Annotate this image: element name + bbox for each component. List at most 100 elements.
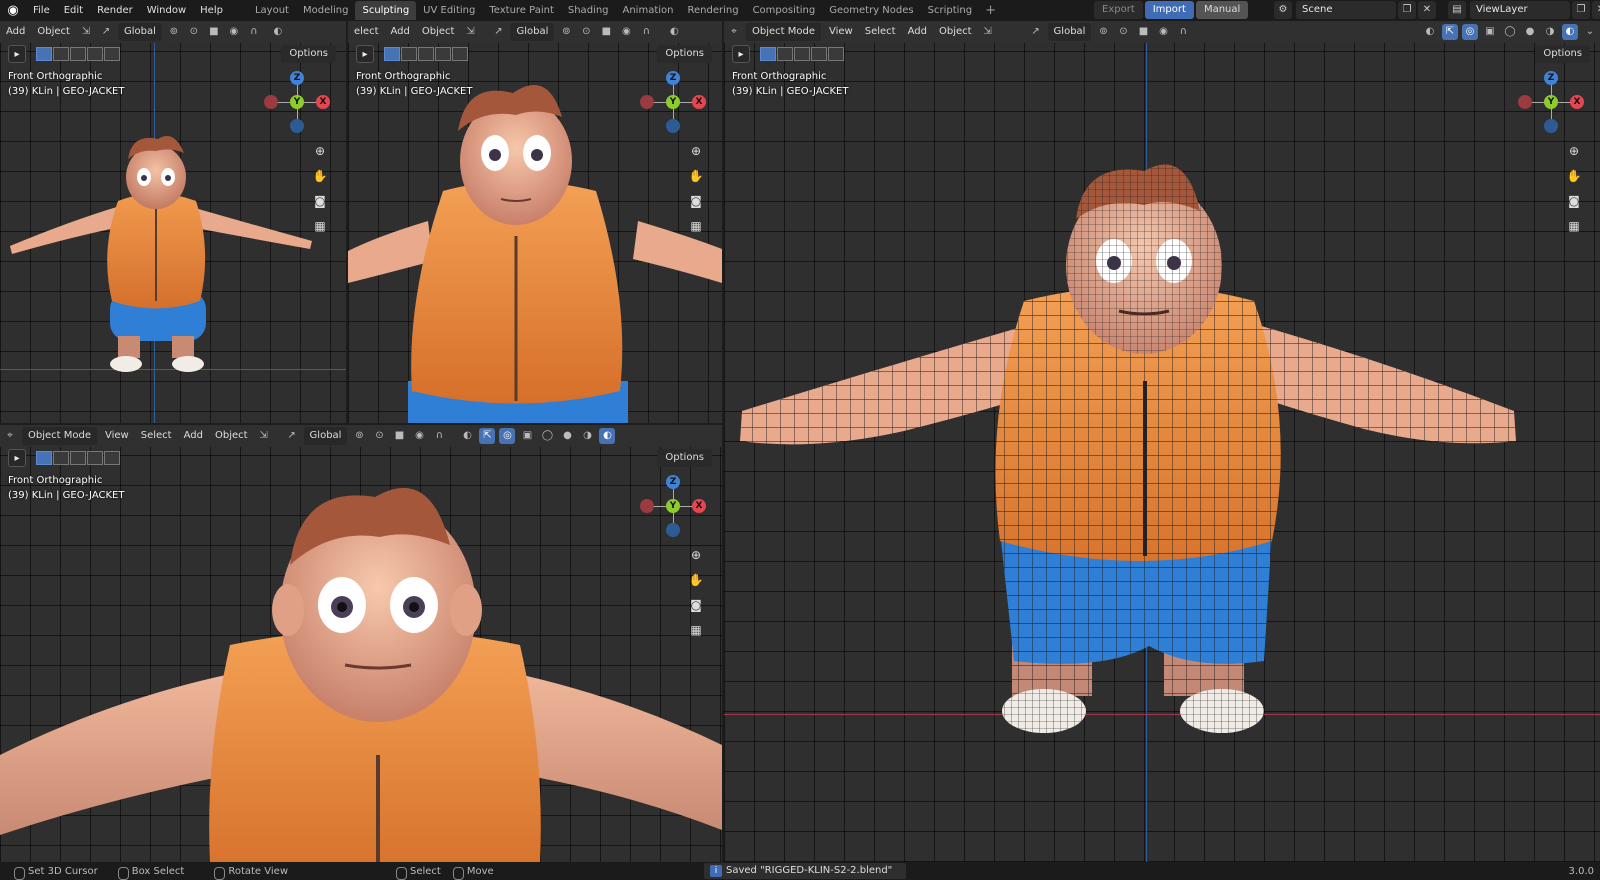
tab-layout[interactable]: Layout [248,1,296,20]
select-new-icon[interactable] [760,47,776,61]
gizmo-neg-x-icon[interactable] [640,95,654,109]
transform-icon[interactable]: ⇲ [462,24,478,40]
tab-scripting[interactable]: Scripting [921,1,979,20]
select-extend-icon[interactable] [777,47,793,61]
select-intersect-icon[interactable] [104,451,120,465]
camera-icon[interactable]: ◙ [1564,191,1584,211]
overlay-toggle-icon[interactable]: ◎ [499,428,516,444]
select-new-icon[interactable] [384,47,400,61]
snap-target-icon[interactable]: ■ [598,24,614,40]
object-menu[interactable]: Object [209,427,254,445]
pan-hand-icon[interactable]: ✋ [1564,166,1584,186]
options-dropdown[interactable]: Options [281,45,336,63]
select-invert-icon[interactable] [811,47,827,61]
tab-modeling[interactable]: Modeling [296,1,356,20]
view-layer-close-icon[interactable]: ✕ [1592,1,1600,19]
snap-target-icon[interactable]: ■ [206,24,222,40]
pan-hand-icon[interactable]: ✋ [686,570,706,590]
select-new-icon[interactable] [36,47,52,61]
tab-sculpting[interactable]: Sculpting [355,1,417,20]
solid-shading-icon[interactable]: ● [1522,24,1538,40]
select-tool-icon[interactable]: ▸ [8,45,26,63]
select-subtract-icon[interactable] [794,47,810,61]
select-invert-icon[interactable] [435,47,451,61]
snap-icon[interactable]: ⊙ [1115,24,1131,40]
gizmo-x-icon[interactable]: X [692,499,706,513]
gizmo-y-icon[interactable]: Y [1544,95,1558,109]
select-extend-icon[interactable] [53,47,69,61]
view-menu[interactable]: View [823,23,859,41]
tab-shading[interactable]: Shading [561,1,616,20]
zoom-icon[interactable]: ⊕ [686,545,706,565]
visibility-icon[interactable]: ◐ [270,24,286,40]
object-menu[interactable]: Object [416,23,461,41]
options-dropdown[interactable]: Options [657,45,712,63]
wireframe-shading-icon[interactable]: ◯ [1502,24,1518,40]
add-menu[interactable]: Add [0,23,31,41]
gizmo-neg-x-icon[interactable] [264,95,278,109]
tab-texture-paint[interactable]: Texture Paint [482,1,561,20]
overlay-toggle-icon[interactable]: ◎ [1462,24,1478,40]
gizmo-toggle-icon[interactable]: ⇱ [1442,24,1458,40]
proportional-icon[interactable]: ◉ [411,428,427,444]
camera-icon[interactable]: ◙ [310,191,330,211]
select-extend-icon[interactable] [401,47,417,61]
falloff-icon[interactable]: ∩ [1175,24,1191,40]
pivot-icon[interactable]: ⊚ [166,24,182,40]
viewport-top-middle[interactable]: elect Add Object ⇲ ↗ Global ⊚ ⊙ ■ ◉ ∩ ◐ … [348,21,722,423]
snap-icon[interactable]: ⊙ [371,428,387,444]
grid-icon[interactable]: ▦ [1564,216,1584,236]
scene-field[interactable]: Scene [1296,1,1396,19]
view-layer-field[interactable]: ViewLayer [1470,1,1570,19]
grid-icon[interactable]: ▦ [310,216,330,236]
import-button[interactable]: Import [1144,1,1194,19]
gizmo-x-icon[interactable]: X [692,95,706,109]
visibility-icon[interactable]: ◐ [1422,24,1438,40]
view-layer-copy-icon[interactable]: ❐ [1572,1,1590,19]
select-menu[interactable]: elect [348,23,385,41]
gizmo-z-icon[interactable]: Z [666,71,680,85]
tab-rendering[interactable]: Rendering [680,1,745,20]
select-subtract-icon[interactable] [70,47,86,61]
material-shading-icon[interactable]: ◑ [579,428,595,444]
falloff-icon[interactable]: ∩ [638,24,654,40]
gizmo-y-icon[interactable]: Y [290,95,304,109]
visibility-icon[interactable]: ◐ [666,24,682,40]
manual-button[interactable]: Manual [1195,1,1249,19]
shading-options-icon[interactable]: ⌄ [1582,24,1598,40]
wireframe-shading-icon[interactable]: ◯ [539,428,555,444]
view-layer-icon[interactable]: ▤ [1448,1,1466,19]
orientation-icon[interactable]: ↗ [284,428,300,444]
transform-icon[interactable]: ⇲ [78,24,94,40]
select-subtract-icon[interactable] [70,451,86,465]
add-menu[interactable]: Add [385,23,416,41]
pivot-icon[interactable]: ⊚ [1095,24,1111,40]
select-menu[interactable]: Select [135,427,178,445]
navigation-gizmo[interactable]: Z Y X [640,71,708,133]
pan-hand-icon[interactable]: ✋ [686,166,706,186]
gizmo-neg-z-icon[interactable] [1544,119,1558,133]
proportional-icon[interactable]: ◉ [226,24,242,40]
view-menu[interactable]: View [99,427,135,445]
material-shading-icon[interactable]: ◑ [1542,24,1558,40]
proportional-icon[interactable]: ◉ [1155,24,1171,40]
zoom-icon[interactable]: ⊕ [686,141,706,161]
orientation-icon[interactable]: ↗ [490,24,506,40]
add-menu[interactable]: Add [902,23,933,41]
orientation-dropdown[interactable]: Global [510,23,555,41]
mode-dropdown[interactable]: Object Mode [746,23,821,41]
select-extend-icon[interactable] [53,451,69,465]
gizmo-x-icon[interactable]: X [316,95,330,109]
solid-shading-icon[interactable]: ● [559,428,575,444]
grid-icon[interactable]: ▦ [686,620,706,640]
camera-icon[interactable]: ◙ [686,191,706,211]
orientation-icon[interactable]: ↗ [98,24,114,40]
gizmo-z-icon[interactable]: Z [666,475,680,489]
tab-uv-editing[interactable]: UV Editing [416,1,482,20]
gizmo-y-icon[interactable]: Y [666,499,680,513]
menu-help[interactable]: Help [193,0,230,21]
gizmo-y-icon[interactable]: Y [666,95,680,109]
xray-icon[interactable]: ▣ [519,428,535,444]
gizmo-neg-z-icon[interactable] [666,119,680,133]
zoom-icon[interactable]: ⊕ [310,141,330,161]
